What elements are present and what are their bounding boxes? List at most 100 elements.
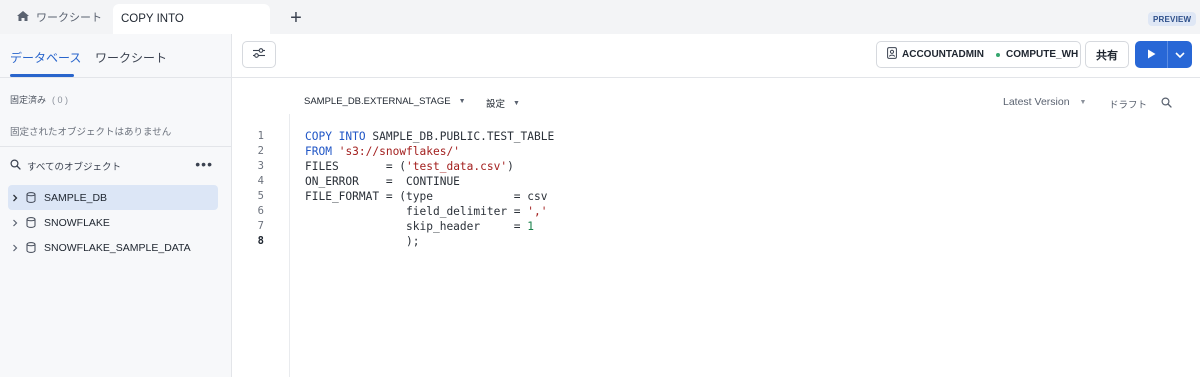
code-line: 2 FROM 's3://snowflakes/'	[232, 144, 1200, 159]
role-warehouse-selector[interactable]: ACCOUNTADMIN COMPUTE_WH	[876, 41, 1081, 68]
tab-worksheet-copy-into[interactable]: COPY INTO	[113, 4, 270, 34]
token-text: field_delimiter =	[305, 205, 528, 218]
settings-dropdown[interactable]: 設定 ▼	[486, 96, 520, 110]
caret-down-icon: ▼	[513, 99, 520, 107]
version-label: Latest Version	[1003, 96, 1070, 108]
run-options-dropdown[interactable]	[1168, 41, 1192, 68]
share-button[interactable]: 共有	[1085, 41, 1129, 68]
token-text: ON_ERROR = CONTINUE	[305, 175, 460, 188]
tab-home-worksheets[interactable]: ワークシート	[8, 4, 110, 30]
token-text: skip_header =	[305, 220, 528, 233]
db-name: SAMPLE_DB	[44, 191, 108, 204]
code-line: 1 COPY INTO SAMPLE_DB.PUBLIC.TEST_TABLE	[232, 129, 1200, 144]
code-line: 8 );	[232, 234, 1200, 249]
editor-header: SAMPLE_DB.EXTERNAL_STAGE ▼ 設定 ▼ Latest V…	[232, 92, 1200, 112]
search-label: すべてのオブジェクト	[27, 162, 121, 173]
tab-databases[interactable]: データベース	[10, 49, 81, 66]
settings-label: 設定	[486, 99, 506, 110]
role-label: ACCOUNTADMIN	[902, 49, 985, 60]
caret-down-icon: ▼	[1079, 98, 1087, 106]
database-icon	[22, 192, 40, 203]
code-text: );	[305, 234, 420, 249]
tab-active-label: COPY INTO	[121, 13, 184, 25]
active-tab-indicator	[10, 74, 74, 77]
token-string: 'test_data.csv'	[406, 160, 508, 173]
pinned-empty-message: 固定されたオブジェクトはありません	[10, 127, 172, 138]
db-name: SNOWFLAKE	[44, 216, 110, 229]
db-item-snowflake[interactable]: SNOWFLAKE	[8, 210, 218, 235]
search-icon	[10, 159, 21, 173]
token-keyword: FROM	[305, 145, 332, 158]
run-button[interactable]	[1135, 41, 1168, 68]
code-line: 4 ON_ERROR = CONTINUE	[232, 174, 1200, 189]
warehouse-status-dot	[996, 52, 1001, 57]
tab-home-label: ワークシート	[36, 12, 102, 24]
chevron-down-icon	[1175, 48, 1185, 62]
object-search[interactable]: すべてのオブジェクト •••	[10, 157, 215, 174]
database-icon	[22, 217, 40, 228]
user-badge-icon	[887, 47, 897, 62]
pinned-label: 固定済み	[10, 95, 47, 105]
code-line: 6 field_delimiter = ','	[232, 204, 1200, 219]
pinned-section-header: 固定済み ( 0 )	[10, 93, 68, 106]
caret-down-icon: ▼	[458, 98, 466, 105]
warehouse-label: COMPUTE_WH	[1006, 49, 1079, 60]
code-text: field_delimiter = ','	[305, 204, 548, 219]
token-number: 1	[527, 220, 535, 233]
worksheet-toolbar: ACCOUNTADMIN COMPUTE_WH 共有	[232, 34, 1200, 78]
line-number: 3	[257, 160, 264, 172]
token-text: FILE_FORMAT = (type = csv	[305, 190, 548, 203]
object-sidebar: データベース ワークシート 固定済み ( 0 ) 固定されたオブジェクトはありませ…	[0, 34, 232, 377]
db-name: SNOWFLAKE_SAMPLE_DATA	[44, 241, 191, 254]
add-tab-button[interactable]: +	[285, 7, 307, 29]
draft-button[interactable]: ドラフト	[1109, 97, 1147, 111]
chevron-right-icon[interactable]	[8, 244, 22, 252]
line-number: 8	[257, 235, 264, 247]
version-selector[interactable]: Latest Version ▼	[1003, 96, 1086, 108]
token-text: )	[507, 160, 514, 173]
chevron-right-icon[interactable]	[8, 194, 22, 202]
more-options-button[interactable]: •••	[195, 157, 213, 171]
code-text: FROM 's3://snowflakes/'	[305, 144, 460, 159]
line-number: 2	[257, 145, 264, 157]
code-line: 5 FILE_FORMAT = (type = csv	[232, 189, 1200, 204]
run-button-group	[1135, 41, 1192, 68]
token-text: FILES = (	[305, 160, 407, 173]
editor-search-icon[interactable]	[1161, 97, 1172, 111]
code-text: FILES = ('test_data.csv')	[305, 159, 514, 174]
code-line: 3 FILES = ('test_data.csv')	[232, 159, 1200, 174]
db-item-sample-db[interactable]: SAMPLE_DB	[8, 185, 218, 210]
sidebar-tabs: データベース ワークシート	[0, 34, 231, 78]
code-text: COPY INTO SAMPLE_DB.PUBLIC.TEST_TABLE	[305, 129, 554, 144]
home-icon	[16, 10, 30, 25]
token-keyword: COPY INTO	[305, 130, 366, 143]
token-string: 's3://snowflakes/'	[338, 145, 460, 158]
token-text: );	[305, 235, 420, 248]
divider	[0, 146, 231, 147]
play-icon	[1147, 48, 1156, 62]
line-number: 7	[257, 220, 264, 232]
tab-bar: ワークシート COPY INTO + PREVIEW	[0, 0, 1200, 34]
token-string: ','	[527, 205, 548, 218]
context-selector[interactable]: SAMPLE_DB.EXTERNAL_STAGE ▼	[304, 96, 466, 107]
token-text: SAMPLE_DB.PUBLIC.TEST_TABLE	[365, 130, 555, 143]
code-text: skip_header = 1	[305, 219, 534, 234]
line-number: 6	[257, 205, 264, 217]
tab-worksheets[interactable]: ワークシート	[95, 49, 167, 66]
db-item-snowflake-sample-data[interactable]: SNOWFLAKE_SAMPLE_DATA	[8, 235, 218, 260]
line-number: 1	[257, 130, 264, 142]
preview-badge: PREVIEW	[1148, 12, 1197, 26]
database-icon	[22, 242, 40, 253]
code-line: 7 skip_header = 1	[232, 219, 1200, 234]
code-text: ON_ERROR = CONTINUE	[305, 174, 460, 189]
code-text: FILE_FORMAT = (type = csv	[305, 189, 547, 204]
line-number: 5	[257, 190, 264, 202]
context-label: SAMPLE_DB.EXTERNAL_STAGE	[304, 96, 451, 107]
filter-button[interactable]	[242, 41, 276, 68]
worksheet-main: ACCOUNTADMIN COMPUTE_WH 共有 SAMPLE_DB.EXT…	[232, 34, 1200, 377]
sliders-icon	[252, 47, 266, 62]
chevron-right-icon[interactable]	[8, 219, 22, 227]
line-number: 4	[257, 175, 264, 187]
pinned-count: ( 0 )	[52, 95, 69, 105]
